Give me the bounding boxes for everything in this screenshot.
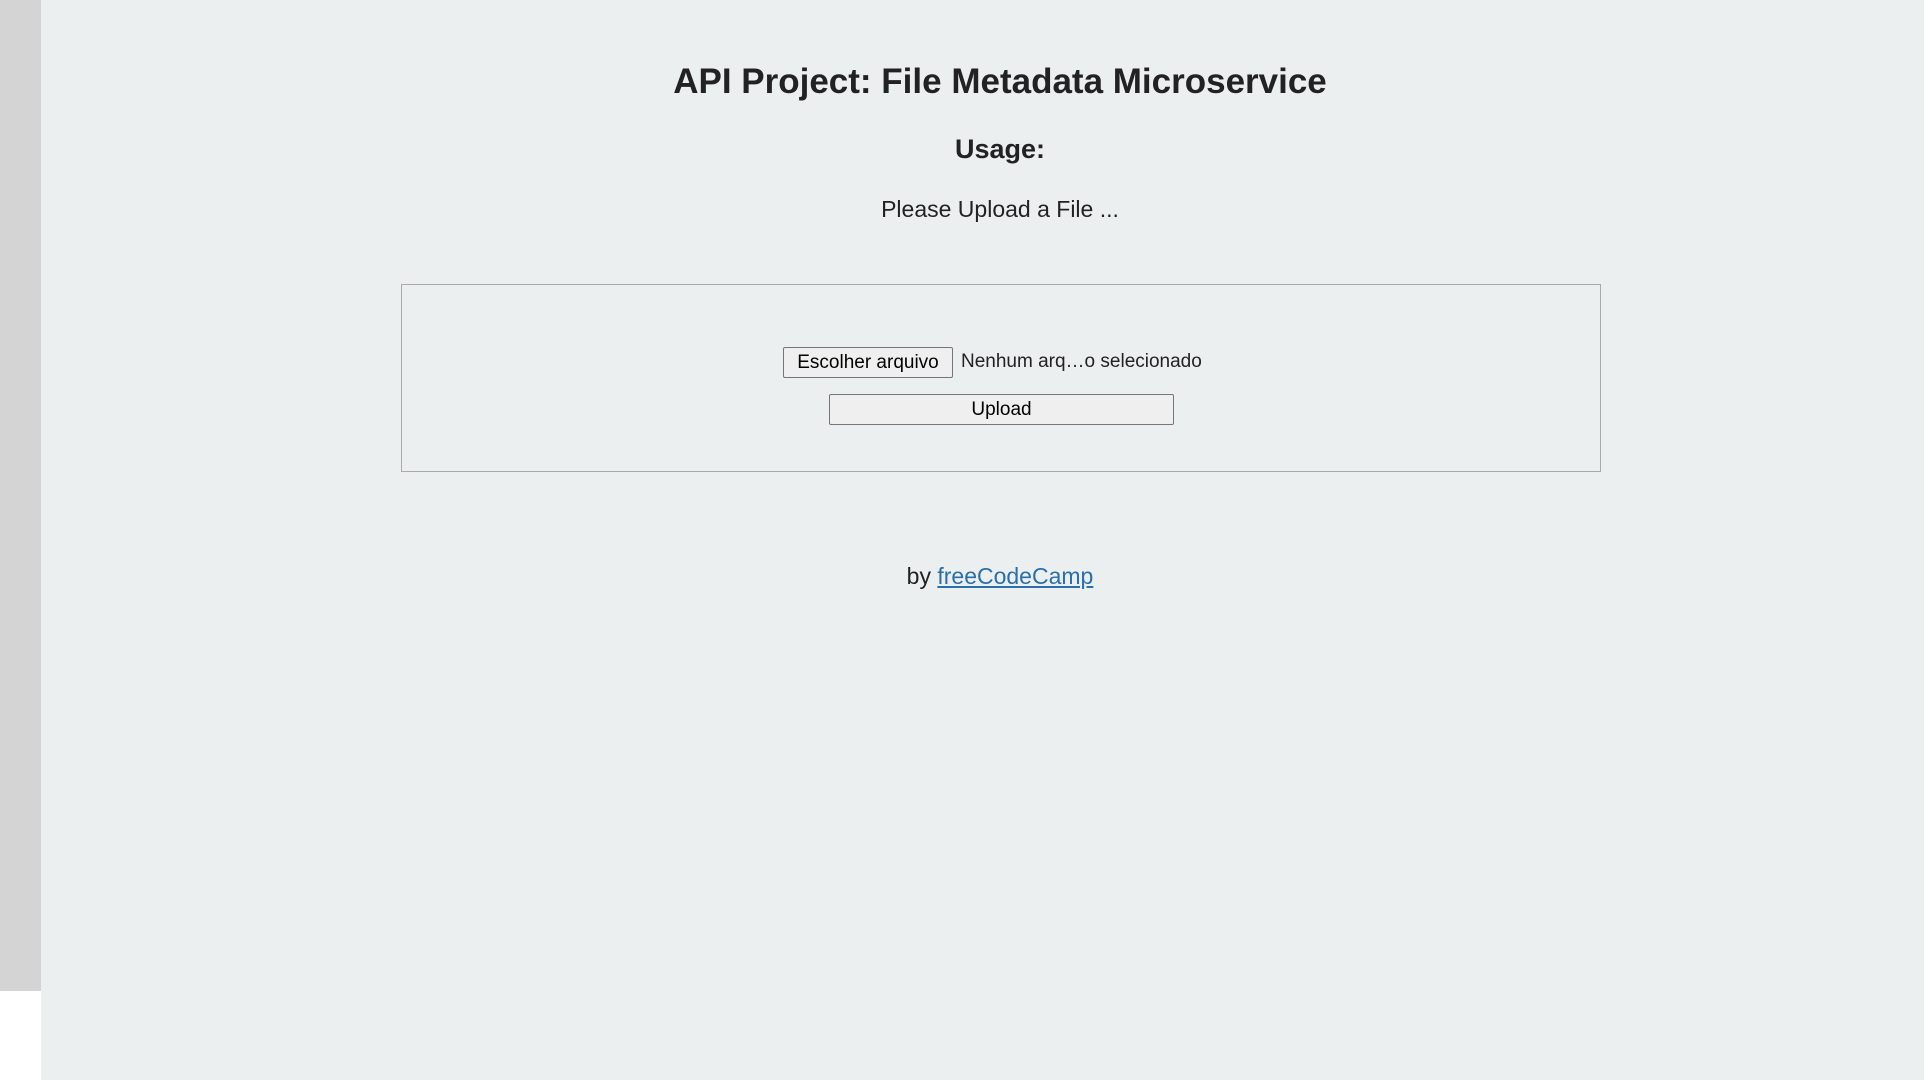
upload-form-box <box>401 284 1601 472</box>
footer: by freeCodeCamp <box>0 563 1924 590</box>
choose-file-button[interactable]: Escolher arquivo <box>783 347 953 378</box>
page-title: API Project: File Metadata Microservice <box>673 62 1327 101</box>
side-panel-gap <box>0 991 41 1080</box>
freecodecamp-link[interactable]: freeCodeCamp <box>937 563 1093 589</box>
file-status-text: Nenhum arq…o selecionado <box>961 351 1202 372</box>
footer-by-text: by <box>906 563 938 589</box>
upload-instruction: Please Upload a File ... <box>881 196 1119 222</box>
upload-button[interactable]: Upload <box>829 394 1174 425</box>
usage-heading: Usage: <box>954 134 1046 164</box>
